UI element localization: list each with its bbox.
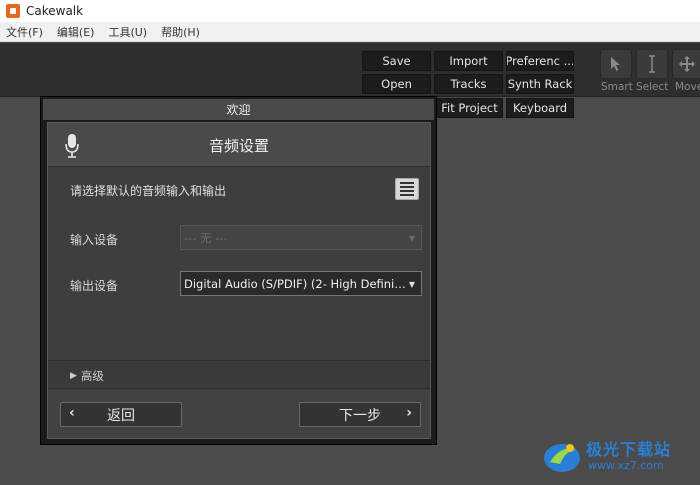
cakewalk-logo-icon — [6, 4, 20, 18]
save-button[interactable]: Save — [362, 51, 431, 71]
move-tool-button[interactable] — [672, 49, 700, 79]
instruction-text: 请选择默认的音频输入和输出 — [70, 184, 227, 198]
preferences-button[interactable]: Preferenc ... — [506, 51, 574, 71]
move-arrows-icon — [679, 56, 695, 72]
watermark-logo-icon — [544, 444, 580, 472]
welcome-dialog: 欢迎 音频设置 请选择默认的音频输入和输出 输入设备 --- 无 --- ▼ 输… — [40, 96, 437, 445]
app-window: Cakewalk 文件(F) 编辑(E) 工具(U) 帮助(H) Save Im… — [0, 0, 700, 485]
menu-edit[interactable]: 编辑(E) — [57, 24, 95, 40]
open-button[interactable]: Open — [362, 74, 431, 94]
input-device-select: --- 无 --- ▼ — [180, 225, 422, 250]
dropdown-arrow-icon: ▼ — [408, 280, 415, 289]
select-tool-button[interactable] — [636, 49, 668, 79]
advanced-toggle[interactable]: ▶ 高级 — [70, 368, 104, 384]
device-list-button[interactable] — [395, 178, 419, 200]
output-device-label: 输出设备 — [70, 279, 119, 293]
smart-tool-button[interactable] — [600, 49, 632, 79]
menu-file[interactable]: 文件(F) — [6, 24, 43, 40]
output-device-select[interactable]: Digital Audio (S/PDIF) (2- High Definiti… — [180, 271, 422, 296]
watermark-url: www.xz7.com — [588, 459, 664, 472]
menu-tools[interactable]: 工具(U) — [108, 24, 147, 40]
select-tool-label: Select — [636, 81, 669, 93]
title-bar: Cakewalk — [0, 0, 700, 22]
list-icon — [400, 182, 414, 184]
menu-bar: 文件(F) 编辑(E) 工具(U) 帮助(H) — [0, 22, 700, 42]
dropdown-arrow-icon: ▼ — [408, 234, 415, 243]
tracks-button[interactable]: Tracks — [434, 74, 503, 94]
fit-project-button[interactable]: Fit Project — [436, 98, 503, 118]
input-device-label: 输入设备 — [70, 233, 119, 247]
move-tool-label: Move — [675, 81, 700, 93]
chevron-left-icon: ‹ — [69, 405, 75, 421]
advanced-section: ▶ 高级 — [48, 360, 430, 389]
keyboard-button[interactable]: Keyboard — [506, 98, 574, 118]
pointer-icon — [611, 57, 620, 71]
text-cursor-icon — [649, 55, 655, 73]
watermark: 极光下载站 www.xz7.com — [540, 432, 695, 480]
dialog-footer: ‹ 返回 下一步 › — [48, 390, 430, 438]
back-button[interactable]: ‹ 返回 — [60, 402, 182, 427]
audio-setup-panel: 音频设置 请选择默认的音频输入和输出 输入设备 --- 无 --- ▼ 输出设备… — [47, 122, 431, 439]
smart-tool-label: Smart — [601, 81, 633, 93]
chevron-right-icon: › — [406, 405, 412, 421]
synth-rack-button[interactable]: Synth Rack — [506, 74, 574, 94]
window-title: Cakewalk — [26, 4, 84, 18]
panel-body: 请选择默认的音频输入和输出 输入设备 --- 无 --- ▼ 输出设备 Digi… — [48, 168, 430, 360]
watermark-text: 极光下载站 — [586, 440, 672, 459]
dialog-caption: 欢迎 — [43, 99, 434, 120]
import-button[interactable]: Import — [434, 51, 503, 71]
expand-triangle-icon: ▶ — [70, 371, 77, 381]
advanced-label: 高级 — [80, 369, 104, 383]
control-bar: Save Import Preferenc ... Open Tracks Sy… — [0, 43, 700, 97]
panel-header: 音频设置 — [48, 123, 430, 167]
dialog-title: 音频设置 — [208, 136, 269, 155]
next-button[interactable]: 下一步 › — [299, 402, 421, 427]
menu-help[interactable]: 帮助(H) — [161, 24, 200, 40]
